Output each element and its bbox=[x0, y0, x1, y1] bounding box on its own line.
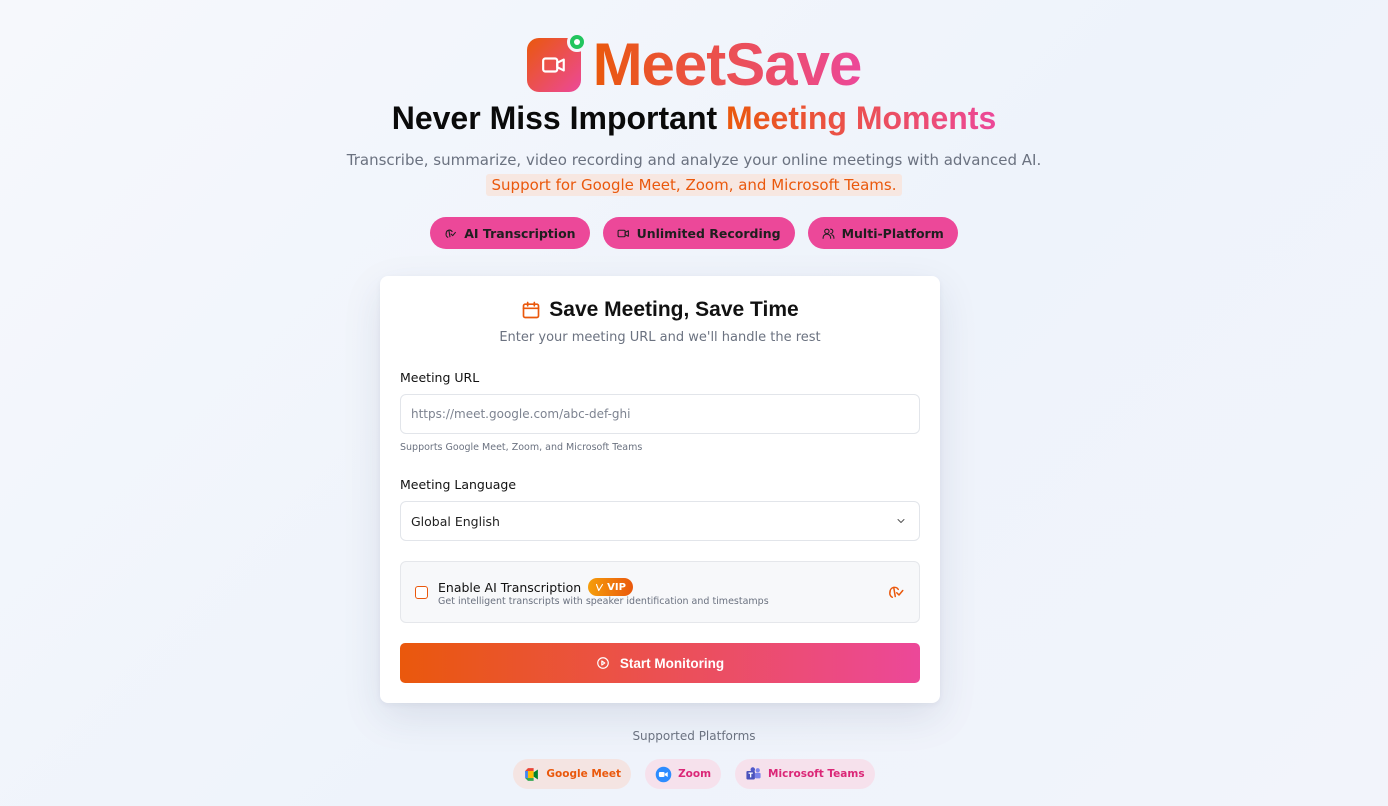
crown-icon bbox=[596, 583, 604, 591]
hero-subtitle: Transcribe, summarize, video recording a… bbox=[344, 148, 1044, 198]
platform-badge-google-meet: Google Meet bbox=[513, 759, 632, 789]
headline-plain: Never Miss Important bbox=[391, 100, 718, 136]
microsoft-teams-icon bbox=[746, 766, 761, 779]
headline-accent: Meeting Moments bbox=[726, 100, 997, 136]
subtitle-main: Transcribe, summarize, video recording a… bbox=[346, 151, 1042, 169]
supported-platforms-list: Google Meet Zoom Microsoft Teams bbox=[0, 759, 1388, 789]
feature-chip-label: AI Transcription bbox=[464, 225, 576, 241]
subtitle-highlight: Support for Google Meet, Zoom, and Micro… bbox=[485, 174, 903, 196]
start-monitoring-label: Start Monitoring bbox=[619, 655, 725, 671]
ai-voice-icon bbox=[889, 586, 904, 598]
vip-badge: VIP bbox=[588, 578, 633, 596]
ai-transcription-description: Get intelligent transcripts with speaker… bbox=[438, 596, 769, 607]
logo bbox=[526, 31, 587, 92]
supported-platforms-title: Supported Platforms bbox=[632, 729, 756, 743]
video-icon bbox=[617, 229, 629, 237]
play-circle-icon bbox=[597, 657, 609, 669]
video-camera-icon bbox=[541, 56, 565, 73]
users-icon bbox=[822, 228, 835, 239]
feature-chip-ai-transcription: AI Transcription bbox=[430, 217, 590, 249]
page: MeetSave Never Miss Important Meeting Mo… bbox=[0, 0, 1388, 806]
chevron-down-icon bbox=[897, 519, 905, 523]
hero-headline: Never Miss Important Meeting Moments bbox=[0, 100, 1388, 137]
calendar-icon bbox=[522, 301, 540, 319]
ai-transcription-checkbox[interactable] bbox=[415, 586, 428, 599]
platform-badge-zoom: Zoom bbox=[645, 759, 722, 789]
card-title: Save Meeting, Save Time bbox=[380, 298, 940, 322]
card-title-text: Save Meeting, Save Time bbox=[549, 298, 799, 321]
feature-chip-multi-platform: Multi-Platform bbox=[807, 217, 958, 249]
vip-badge-label: VIP bbox=[607, 581, 626, 593]
feature-chip-label: Multi-Platform bbox=[841, 225, 944, 241]
card-subtitle: Enter your meeting URL and we'll handle … bbox=[499, 330, 821, 345]
meeting-url-input[interactable] bbox=[400, 394, 920, 434]
live-indicator-dot bbox=[566, 31, 587, 52]
ai-voice-icon bbox=[445, 229, 457, 238]
feature-chips: AI Transcription Unlimited Recording Mul… bbox=[0, 217, 1388, 249]
platform-label: Google Meet bbox=[546, 768, 622, 780]
platform-label: Zoom bbox=[678, 768, 712, 780]
meeting-form-card: Save Meeting, Save Time Enter your meeti… bbox=[380, 276, 940, 703]
feature-chip-label: Unlimited Recording bbox=[636, 225, 781, 241]
ai-transcription-label: Enable AI Transcription bbox=[438, 579, 582, 595]
meeting-language-label: Meeting Language bbox=[400, 477, 517, 492]
meeting-url-hint: Supports Google Meet, Zoom, and Microsof… bbox=[400, 442, 643, 453]
zoom-icon bbox=[655, 766, 672, 782]
meeting-language-select[interactable]: Global English bbox=[400, 501, 920, 541]
ai-transcription-option: Enable AI Transcription VIP Get intellig… bbox=[400, 561, 920, 623]
brand-header: MeetSave bbox=[0, 30, 1388, 99]
meeting-language-value: Global English bbox=[411, 513, 500, 529]
start-monitoring-button[interactable]: Start Monitoring bbox=[400, 643, 920, 683]
meeting-url-label: Meeting URL bbox=[400, 370, 480, 385]
platform-badge-microsoft-teams: Microsoft Teams bbox=[735, 759, 875, 789]
feature-chip-unlimited-recording: Unlimited Recording bbox=[602, 217, 795, 249]
platform-label: Microsoft Teams bbox=[768, 768, 865, 780]
brand-name: MeetSave bbox=[592, 31, 863, 98]
ai-transcription-title: Enable AI Transcription VIP bbox=[438, 578, 633, 596]
google-meet-icon bbox=[525, 767, 539, 781]
